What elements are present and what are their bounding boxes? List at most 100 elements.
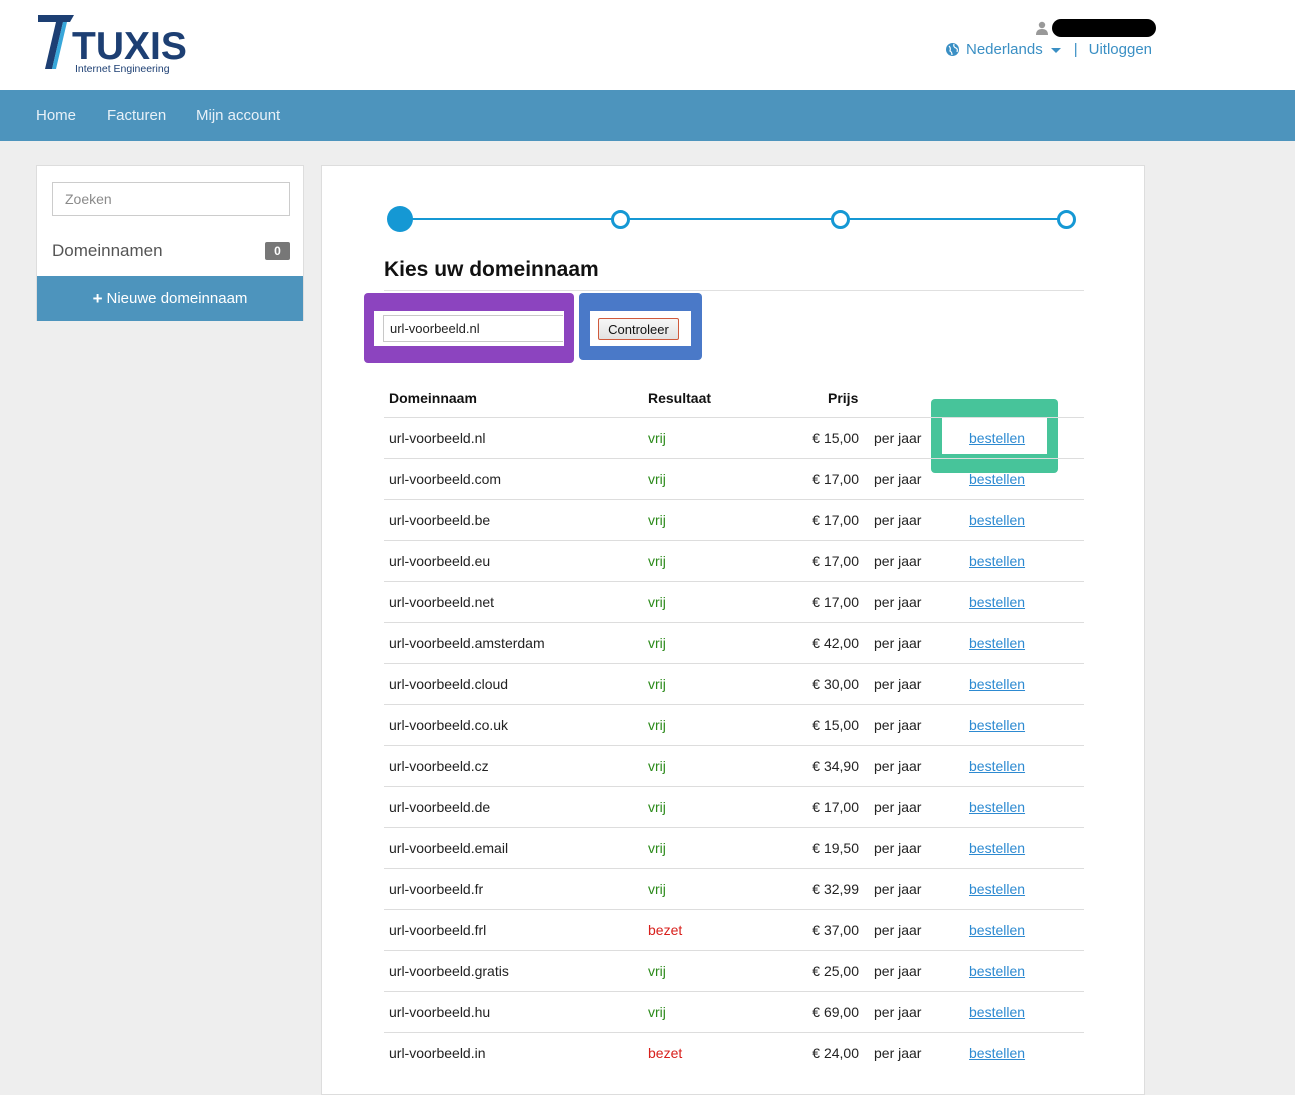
tuxis-logo-graphic: TUXIS Internet Engineering — [38, 15, 186, 75]
step-4 — [1057, 210, 1076, 229]
domain-name-cell: url-voorbeeld.hu — [389, 1004, 491, 1020]
period-cell: per jaar — [874, 553, 922, 569]
logo-text: TUXIS — [72, 25, 186, 68]
order-link[interactable]: bestellen — [969, 1045, 1025, 1061]
stepper-line — [400, 218, 1066, 220]
result-cell: vrij — [648, 963, 666, 979]
logout-link[interactable]: Uitloggen — [1089, 41, 1152, 58]
period-cell: per jaar — [874, 1004, 922, 1020]
domains-count-badge: 0 — [265, 242, 290, 260]
table-row: url-voorbeeld.email vrij € 19,50 per jaar be… — [384, 827, 1084, 869]
price-cell: € 17,00 — [812, 471, 859, 487]
order-link[interactable]: bestellen — [969, 676, 1025, 692]
page-title: Kies uw domeinnaam — [384, 258, 599, 281]
result-cell: vrij — [648, 840, 666, 856]
user-info — [1036, 19, 1156, 37]
order-link[interactable]: bestellen — [969, 799, 1025, 815]
result-cell: vrij — [648, 1004, 666, 1020]
order-link[interactable]: bestellen — [969, 922, 1025, 938]
table-row: url-voorbeeld.in bezet € 24,00 per jaar best… — [384, 1032, 1084, 1074]
domain-name-cell: url-voorbeeld.email — [389, 840, 509, 856]
nav-invoices[interactable]: Facturen — [107, 107, 166, 124]
result-cell: vrij — [648, 430, 666, 446]
main-panel: Kies uw domeinnaam Controleer Domeinnaam… — [321, 165, 1145, 1095]
search-input[interactable] — [52, 182, 290, 216]
order-link[interactable]: bestellen — [969, 963, 1025, 979]
price-cell: € 17,00 — [812, 512, 859, 528]
price-cell: € 17,00 — [812, 799, 859, 815]
order-link[interactable]: bestellen — [969, 635, 1025, 651]
check-button[interactable]: Controleer — [598, 318, 679, 340]
caret-down-icon — [1050, 47, 1061, 53]
price-cell: € 37,00 — [812, 922, 859, 938]
username-redacted — [1052, 19, 1156, 37]
order-link[interactable]: bestellen — [969, 430, 1025, 446]
domain-name-cell: url-voorbeeld.de — [389, 799, 491, 815]
domain-name-cell: url-voorbeeld.cz — [389, 758, 489, 774]
result-cell: vrij — [648, 758, 666, 774]
table-row: url-voorbeeld.frl bezet € 37,00 per jaar bes… — [384, 909, 1084, 951]
result-cell: vrij — [648, 881, 666, 897]
period-cell: per jaar — [874, 635, 922, 651]
col-header-price: Prijs — [828, 390, 859, 406]
period-cell: per jaar — [874, 717, 922, 733]
order-link[interactable]: bestellen — [969, 717, 1025, 733]
table-row: url-voorbeeld.cloud vrij € 30,00 per jaar be… — [384, 663, 1084, 705]
table-row: url-voorbeeld.com vrij € 17,00 per jaar best… — [384, 458, 1084, 500]
order-link[interactable]: bestellen — [969, 1004, 1025, 1020]
link-separator: | — [1073, 40, 1078, 58]
price-cell: € 30,00 — [812, 676, 859, 692]
language-dropdown[interactable]: Nederlands — [946, 41, 1061, 58]
order-link[interactable]: bestellen — [969, 471, 1025, 487]
domain-search-input[interactable] — [383, 315, 563, 342]
period-cell: per jaar — [874, 512, 922, 528]
table-row: url-voorbeeld.de vrij € 17,00 per jaar beste… — [384, 786, 1084, 828]
period-cell: per jaar — [874, 594, 922, 610]
order-link[interactable]: bestellen — [969, 553, 1025, 569]
order-link[interactable]: bestellen — [969, 840, 1025, 856]
step-2 — [611, 210, 630, 229]
result-cell: bezet — [648, 922, 683, 938]
logo-subtitle: Internet Engineering — [75, 63, 170, 75]
domain-name-cell: url-voorbeeld.in — [389, 1045, 486, 1061]
period-cell: per jaar — [874, 881, 922, 897]
period-cell: per jaar — [874, 471, 922, 487]
price-cell: € 15,00 — [812, 717, 859, 733]
result-cell: vrij — [648, 553, 666, 569]
new-domain-label: Nieuwe domeinnaam — [106, 290, 248, 307]
price-cell: € 25,00 — [812, 963, 859, 979]
price-cell: € 69,00 — [812, 1004, 859, 1020]
result-cell: vrij — [648, 676, 666, 692]
plus-icon: + — [92, 288, 103, 308]
table-row: url-voorbeeld.gratis vrij € 25,00 per jaar b… — [384, 950, 1084, 992]
domain-name-cell: url-voorbeeld.co.uk — [389, 717, 509, 733]
step-1-active — [387, 206, 413, 232]
col-header-domain: Domeinnaam — [389, 390, 477, 406]
header: TUXIS Internet Engineering Nederlands | … — [0, 0, 1295, 90]
top-links: Nederlands | Uitloggen — [946, 40, 1152, 58]
period-cell: per jaar — [874, 963, 922, 979]
table-row: url-voorbeeld.amsterdam vrij € 42,00 per ja… — [384, 622, 1084, 664]
result-cell: vrij — [648, 635, 666, 651]
period-cell: per jaar — [874, 922, 922, 938]
order-link[interactable]: bestellen — [969, 512, 1025, 528]
nav-my-account[interactable]: Mijn account — [196, 107, 280, 124]
tuxis-logo[interactable]: TUXIS Internet Engineering — [36, 12, 186, 76]
result-cell: vrij — [648, 799, 666, 815]
domain-name-cell: url-voorbeeld.nl — [389, 430, 486, 446]
domains-label[interactable]: Domeinnamen — [52, 241, 163, 261]
table-row: url-voorbeeld.nl vrij € 15,00 per jaar beste… — [384, 417, 1084, 459]
price-cell: € 19,50 — [812, 840, 859, 856]
table-row: url-voorbeeld.hu vrij € 69,00 per jaar beste… — [384, 991, 1084, 1033]
new-domain-button[interactable]: + Nieuwe domeinnaam — [37, 276, 303, 321]
order-link[interactable]: bestellen — [969, 881, 1025, 897]
order-link[interactable]: bestellen — [969, 594, 1025, 610]
order-link[interactable]: bestellen — [969, 758, 1025, 774]
domain-name-cell: url-voorbeeld.net — [389, 594, 495, 610]
table-row: url-voorbeeld.net vrij € 17,00 per jaar best… — [384, 581, 1084, 623]
domain-name-cell: url-voorbeeld.com — [389, 471, 502, 487]
domain-name-cell: url-voorbeeld.amsterdam — [389, 635, 545, 651]
table-row: url-voorbeeld.co.uk vrij € 15,00 per jaar be… — [384, 704, 1084, 746]
domain-name-cell: url-voorbeeld.be — [389, 512, 491, 528]
nav-home[interactable]: Home — [36, 107, 76, 124]
